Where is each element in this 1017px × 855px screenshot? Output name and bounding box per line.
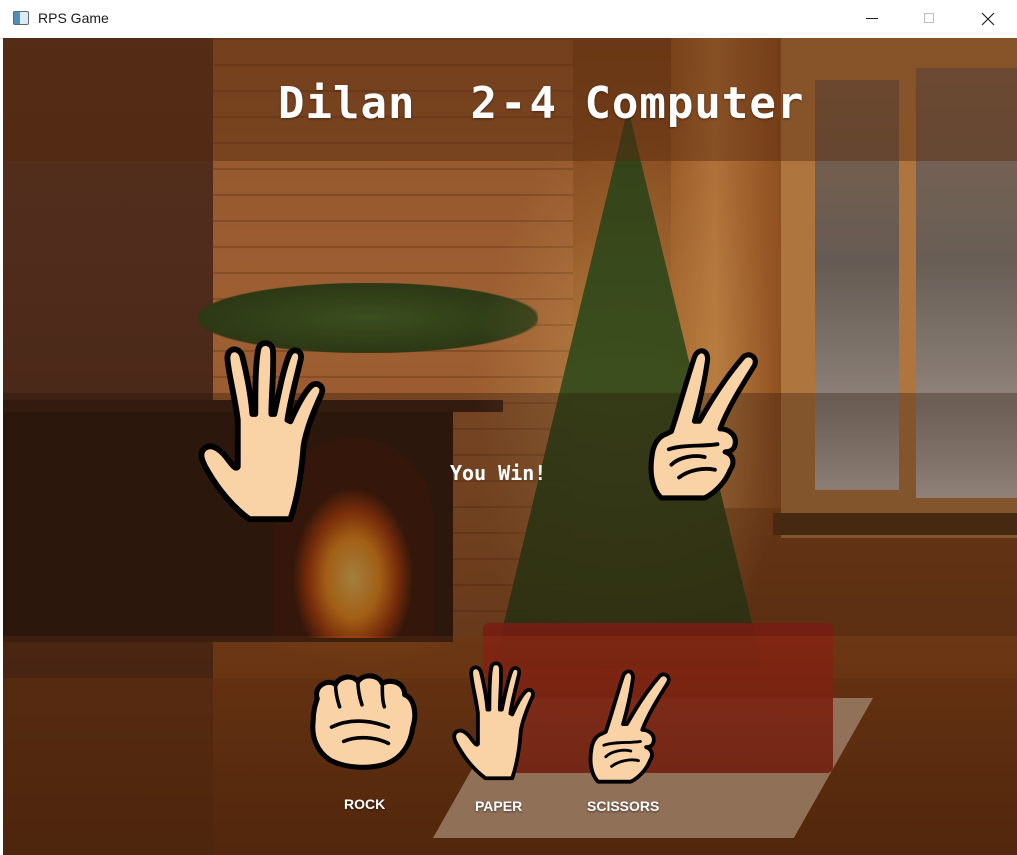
computer-hand-scissors-icon <box>633 330 761 520</box>
close-icon <box>981 12 995 26</box>
rock-button[interactable]: ROCK <box>303 668 425 812</box>
paper-label: PAPER <box>475 798 523 814</box>
round-result: You Win! <box>450 461 547 485</box>
scissors-label: SCISSORS <box>587 798 660 814</box>
maximize-button[interactable] <box>901 0 959 38</box>
computer-name: Computer <box>584 78 805 129</box>
score-separator: - <box>499 78 528 129</box>
player-score: 2 <box>470 78 498 129</box>
arena-panel-shade <box>3 393 1017 636</box>
rock-label: ROCK <box>344 796 386 812</box>
close-button[interactable] <box>959 0 1017 38</box>
title-bar[interactable]: RPS Game <box>0 0 1017 39</box>
window-title: RPS Game <box>38 10 109 26</box>
computer-score: 4 <box>529 78 557 129</box>
player-hand-paper-icon <box>193 338 341 528</box>
minimize-button[interactable] <box>843 0 901 38</box>
paper-hand-icon <box>447 660 547 784</box>
game-scene: Dilan 2-4 Computer You Win! ROCK PAPER S… <box>3 38 1017 855</box>
scissors-hand-icon <box>577 660 673 794</box>
app-window: RPS Game Dilan 2-4 Computer You Win! ROC… <box>0 0 1017 855</box>
scissors-button[interactable]: SCISSORS <box>577 660 687 814</box>
player-name: Dilan <box>278 78 416 129</box>
app-window-icon <box>13 11 29 25</box>
paper-button[interactable]: PAPER <box>447 660 557 814</box>
scoreboard: Dilan 2-4 Computer <box>278 78 804 129</box>
rock-hand-icon <box>303 668 425 770</box>
